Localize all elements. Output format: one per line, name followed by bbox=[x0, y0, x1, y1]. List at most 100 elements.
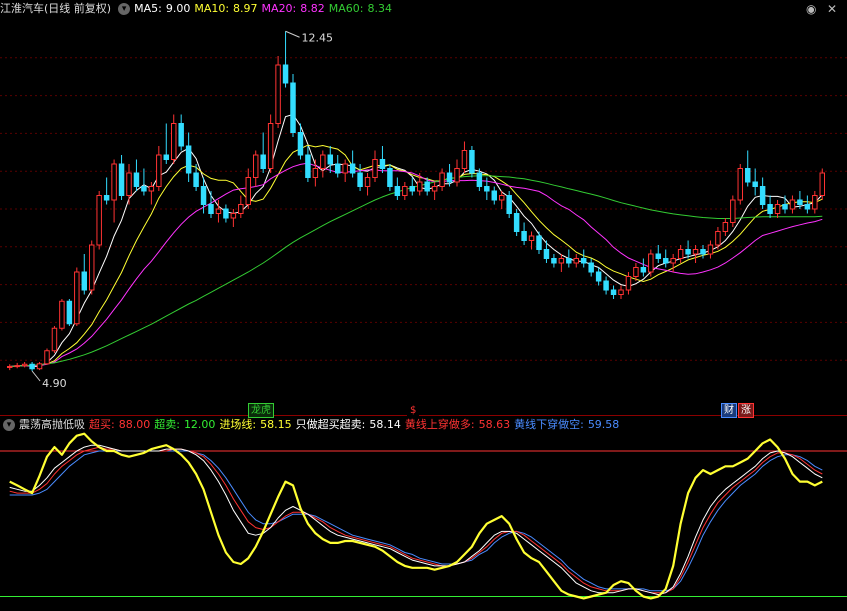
entry-line-label: 进场线: bbox=[219, 418, 257, 431]
candle-body bbox=[819, 172, 826, 196]
overbought-label: 超买: bbox=[89, 418, 115, 431]
entry-line-value: 58.15 bbox=[260, 418, 292, 431]
indicator-series-1 bbox=[9, 444, 823, 596]
candle-body bbox=[528, 235, 535, 241]
candle-body bbox=[431, 186, 438, 192]
candle-body bbox=[812, 195, 818, 210]
candle-body bbox=[521, 231, 527, 241]
ma60-label: MA60: bbox=[328, 2, 364, 15]
min-price-label: 4.90 bbox=[42, 377, 67, 390]
price-grid bbox=[0, 57, 847, 361]
candle-body bbox=[618, 289, 624, 295]
candle-body bbox=[670, 258, 676, 264]
candle-body bbox=[469, 150, 475, 174]
candle-body bbox=[96, 195, 102, 246]
candle-body bbox=[595, 271, 602, 282]
candle-body bbox=[446, 172, 453, 183]
candle-body bbox=[88, 244, 95, 291]
candle-body bbox=[513, 213, 520, 232]
candle-body bbox=[342, 163, 348, 174]
candle-body bbox=[275, 64, 281, 124]
candle-body bbox=[170, 123, 177, 160]
candlestick-series[interactable] bbox=[6, 31, 826, 371]
finance-badge[interactable]: 财 bbox=[721, 403, 737, 418]
candle-body bbox=[536, 235, 542, 250]
candle-body bbox=[51, 327, 58, 352]
candle-body bbox=[44, 350, 50, 365]
candle-body bbox=[29, 363, 35, 370]
candle-body bbox=[789, 199, 796, 210]
candle-body bbox=[648, 253, 654, 273]
chart-title: 江淮汽车(日线 前复权) bbox=[0, 2, 112, 15]
moving-average-lines bbox=[9, 113, 823, 367]
candle-body bbox=[744, 168, 751, 183]
limit-up-badge[interactable]: 涨 bbox=[738, 403, 754, 418]
max-price-label: 12.45 bbox=[302, 31, 334, 44]
candle-body bbox=[782, 204, 788, 210]
candle-body bbox=[267, 123, 274, 169]
settings-icon[interactable]: ◉ bbox=[806, 2, 816, 16]
oversold-value: 12.00 bbox=[183, 418, 216, 431]
candle-body bbox=[625, 276, 632, 291]
ma10-label: MA10: bbox=[194, 2, 230, 15]
candle-body bbox=[424, 181, 430, 192]
candle-body bbox=[141, 186, 147, 192]
candle-body bbox=[730, 199, 736, 223]
indicator-panel-header: ▾ 震荡高抛低吸 超买: 88.00 超卖: 12.00 进场线: 58.15 只做超买超卖: 5… bbox=[0, 416, 623, 434]
candle-body bbox=[252, 154, 259, 178]
candle-body bbox=[118, 163, 125, 196]
candle-body bbox=[372, 159, 378, 178]
candle-body bbox=[387, 168, 393, 187]
candle-body bbox=[543, 249, 550, 259]
candle-body bbox=[707, 244, 714, 255]
candle-body bbox=[677, 249, 684, 259]
price-annotations: 12.45 4.90 bbox=[31, 30, 334, 390]
candle-body bbox=[163, 154, 170, 160]
candle-body bbox=[14, 365, 20, 368]
indicator-title: 震荡高抛低吸 bbox=[19, 418, 85, 431]
candle-body bbox=[290, 82, 296, 133]
candle-body bbox=[357, 172, 363, 187]
candle-body bbox=[715, 231, 721, 246]
candle-body bbox=[74, 271, 80, 325]
candle-body bbox=[461, 150, 468, 169]
chevron-down-icon[interactable]: ▾ bbox=[3, 419, 15, 431]
candle-body bbox=[379, 159, 386, 169]
ma20-value: 8.82 bbox=[300, 2, 325, 15]
candle-body bbox=[573, 258, 580, 264]
candle-body bbox=[238, 204, 244, 214]
candle-body bbox=[21, 363, 28, 367]
max-price-pointer bbox=[285, 30, 300, 38]
candle-body bbox=[655, 253, 662, 259]
candle-body bbox=[588, 262, 594, 273]
candle-body bbox=[223, 208, 229, 219]
indicator-lines bbox=[9, 432, 823, 600]
candle-body bbox=[260, 154, 266, 169]
candle-body bbox=[334, 163, 341, 174]
min-price-pointer bbox=[31, 370, 41, 382]
candle-body bbox=[282, 64, 289, 84]
chevron-down-icon[interactable]: ▾ bbox=[118, 3, 131, 15]
candle-body bbox=[111, 163, 117, 201]
ma10-value: 8.97 bbox=[233, 2, 258, 15]
candle-body bbox=[133, 172, 140, 187]
candle-body bbox=[327, 154, 334, 165]
candle-body bbox=[580, 258, 587, 264]
candle-body bbox=[349, 163, 356, 174]
cross-down-label: 黄线下穿做空: bbox=[514, 418, 584, 431]
chart-canvas: 12.45 4.90 bbox=[0, 30, 847, 600]
candle-body bbox=[126, 172, 132, 196]
candle-body bbox=[566, 258, 572, 264]
candle-body bbox=[804, 204, 811, 210]
candle-body bbox=[551, 258, 557, 264]
candle-body bbox=[320, 154, 326, 169]
close-icon[interactable]: ✕ bbox=[827, 2, 837, 16]
candle-body bbox=[685, 249, 691, 255]
indicator-grid bbox=[0, 450, 847, 598]
candle-body bbox=[185, 145, 192, 174]
overbought-value: 88.00 bbox=[118, 418, 151, 431]
ob-os-value: 58.14 bbox=[369, 418, 401, 431]
candle-body bbox=[230, 213, 237, 219]
ma5-value: 9.00 bbox=[165, 2, 191, 15]
candle-body bbox=[633, 267, 639, 277]
